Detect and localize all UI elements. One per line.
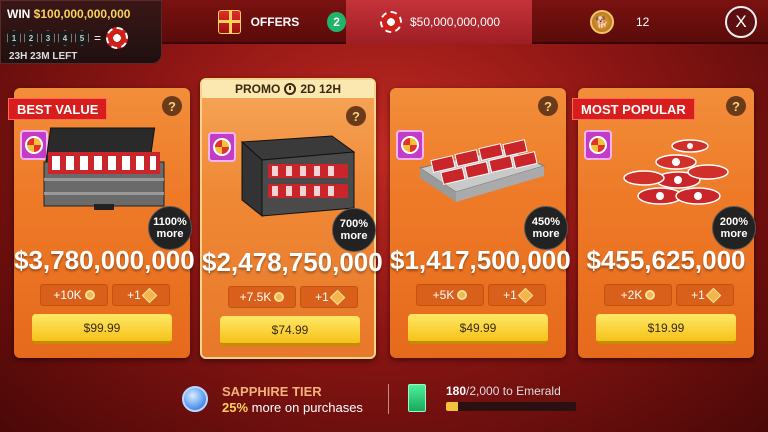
coin-icon: [274, 292, 285, 302]
bonus-box: +1: [676, 284, 734, 306]
offers-button[interactable]: OFFERS 2: [166, 0, 346, 44]
tier-progress-current: 180: [446, 384, 467, 398]
bonus-coins-value: +10K: [53, 288, 82, 302]
bonus-coins: +2K: [604, 284, 672, 306]
bonus-coins: +7.5K: [228, 286, 296, 308]
chip-balance[interactable]: $50,000,000,000: [346, 0, 532, 44]
bonus-coins: +10K: [40, 284, 108, 306]
more-label: more: [340, 230, 368, 242]
chip-amount: $455,625,000: [586, 245, 746, 275]
promo-time: 2D 12H: [300, 82, 342, 96]
jackpot-amount: $100,000,000,000: [33, 7, 131, 21]
chip-icon: [106, 27, 129, 49]
bonus-coins-value: +5K: [432, 288, 455, 302]
more-label: more: [532, 228, 560, 240]
buy-button[interactable]: $19.99: [596, 314, 736, 344]
jackpot-ball: 5: [75, 30, 89, 46]
tier-perk-percent: 25%: [222, 400, 249, 415]
box-icon: [705, 287, 722, 303]
emerald-gem-icon: [408, 384, 426, 412]
offer-card-tray[interactable]: ? 450% more $1,417,500,000 +5K +1 $49.99: [390, 88, 571, 358]
more-percent: 700%: [339, 218, 369, 230]
more-label: more: [156, 228, 184, 240]
jackpot-ball: 3: [41, 30, 55, 46]
tier-name: SAPPHIRE TIER: [222, 384, 322, 399]
more-percent-badge: 1100% more: [148, 206, 192, 250]
coin-icon: [84, 290, 95, 300]
tickets-counter[interactable]: 🐕 12: [532, 0, 720, 44]
bonus-box-value: +1: [127, 288, 141, 302]
close-button[interactable]: X: [725, 6, 757, 38]
tier-perk: 25% more on purchases: [222, 400, 363, 415]
bonus-box-value: +1: [315, 290, 329, 304]
jackpot-panel[interactable]: WIN $100,000,000,000 1 2 3 4 5 = 23H 23M…: [0, 0, 162, 64]
chip-stacks-image: [623, 139, 729, 205]
chip-balance-value: $50,000,000,000: [410, 15, 501, 29]
sapphire-gem-icon: [182, 386, 208, 412]
jackpot-ball: 1: [7, 30, 21, 46]
clock-icon: [284, 83, 297, 95]
more-percent-badge: 200% more: [712, 206, 756, 250]
gift-icon: [218, 10, 241, 34]
bonus-box: +1: [488, 284, 546, 306]
equals-sign: =: [94, 31, 102, 45]
offers-count-badge: 2: [327, 12, 346, 32]
chip-amount: $1,417,500,000: [390, 245, 571, 275]
offer-card-promo[interactable]: PROMO 2D 12H ? 700% more $2,478,750,000 …: [200, 78, 383, 359]
bonus-box-value: +1: [691, 288, 705, 302]
tier-progress-bar: [446, 402, 576, 411]
best-value-ribbon: BEST VALUE: [8, 98, 108, 120]
more-percent: 200%: [719, 216, 749, 228]
more-percent: 450%: [531, 216, 561, 228]
more-percent-badge: 450% more: [524, 206, 568, 250]
jackpot-title: WIN $100,000,000,000: [7, 7, 130, 21]
offer-card-best-value[interactable]: BEST VALUE ? 1100% more $3,780,000,000 +…: [8, 88, 195, 358]
chip-amount: $3,780,000,000: [14, 245, 195, 275]
jackpot-ball: 2: [24, 30, 38, 46]
chip-tray-image: [418, 139, 546, 202]
tier-progress-target: /2,000 to Emerald: [466, 384, 561, 398]
box-icon: [517, 287, 534, 303]
jackpot-balls: 1 2 3 4 5 =: [7, 27, 129, 49]
bonus-coins: +5K: [416, 284, 484, 306]
divider: [388, 384, 389, 414]
help-icon[interactable]: ?: [726, 96, 746, 116]
chip-icon: [380, 11, 402, 33]
ticket-icon: 🐕: [590, 10, 614, 34]
jackpot-win-label: WIN: [7, 7, 31, 21]
promo-label: PROMO: [234, 82, 281, 96]
jackpot-ball: 4: [58, 30, 72, 46]
tier-progress-fill: [446, 402, 458, 411]
bonus-coins-value: +2K: [620, 288, 643, 302]
bonus-box-value: +1: [503, 288, 517, 302]
box-icon: [329, 289, 346, 305]
tier-status-bar: SAPPHIRE TIER 25% more on purchases 180/…: [160, 374, 610, 426]
more-percent-badge: 700% more: [332, 208, 376, 252]
offer-card-most-popular[interactable]: MOST POPULAR ? 200% more $455,625,000 +2…: [572, 88, 756, 358]
help-icon[interactable]: ?: [538, 96, 558, 116]
tier-perk-text: more on purchases: [251, 400, 363, 415]
box-icon: [141, 287, 158, 303]
tier-progress-text: 180/2,000 to Emerald: [446, 384, 561, 398]
tickets-value: 12: [636, 15, 650, 29]
coin-icon: [645, 290, 656, 300]
more-label: more: [720, 228, 748, 240]
buy-button[interactable]: $74.99: [220, 316, 360, 346]
bonus-box: +1: [112, 284, 170, 306]
more-percent: 1100%: [153, 216, 187, 228]
buy-button[interactable]: $99.99: [32, 314, 172, 344]
help-icon[interactable]: ?: [162, 96, 182, 116]
buy-button[interactable]: $49.99: [408, 314, 548, 344]
most-popular-ribbon: MOST POPULAR: [572, 98, 695, 120]
bonus-box: +1: [300, 286, 358, 308]
jackpot-time-left: 23H 23M LEFT: [9, 51, 78, 62]
chip-amount: $2,478,750,000: [202, 247, 383, 277]
promo-banner: PROMO 2D 12H: [202, 80, 374, 98]
coin-icon: [457, 290, 468, 300]
chip-case-image: [240, 135, 356, 218]
briefcase-chips-image: [43, 127, 165, 210]
bonus-coins-value: +7.5K: [239, 290, 272, 304]
offers-label: OFFERS: [250, 15, 300, 29]
